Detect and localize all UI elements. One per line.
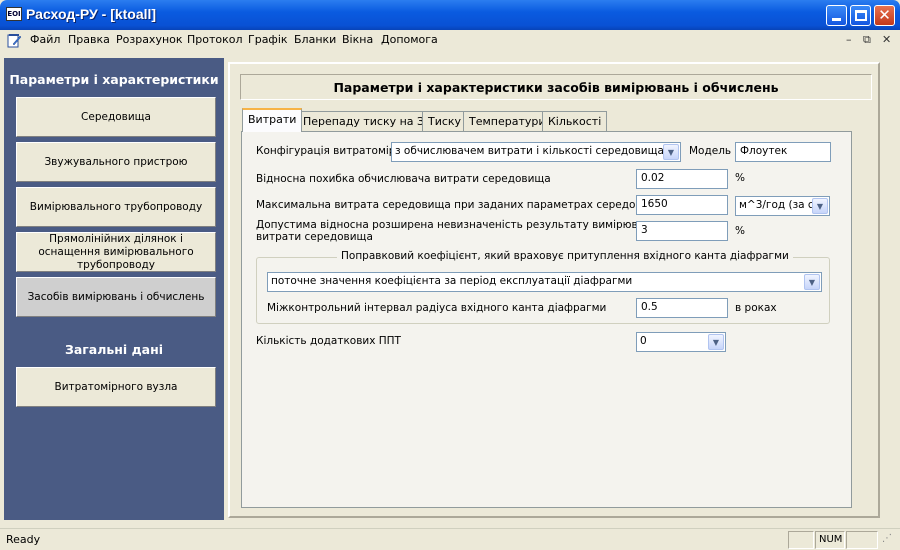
coefficient-select[interactable]: поточне значення коефіцієнта за період е… [267, 272, 822, 292]
max-flow-label: Максимальна витрата середовища при задан… [256, 199, 665, 211]
application-window: EOI Расход-РУ - [ktoall] ✕ Файл Правка Р… [0, 0, 900, 550]
maximize-button[interactable] [850, 5, 871, 26]
menu-calculation[interactable]: Розрахунок [116, 33, 183, 46]
ppt-select-value: 0 [640, 335, 647, 347]
correction-coefficient-group: Поправковий коефіцієнт, який враховує пр… [256, 250, 830, 324]
uncertainty-label-line1: Допустима відносна розширена невизначені… [256, 219, 665, 231]
status-text: Ready [6, 533, 41, 546]
document-edit-icon[interactable] [6, 32, 22, 48]
chevron-down-icon[interactable]: ▼ [708, 334, 724, 350]
chevron-down-icon[interactable]: ▼ [804, 274, 820, 290]
chevron-down-icon[interactable]: ▼ [812, 198, 828, 214]
tab-differential-pressure[interactable]: Перепаду тиску на ЗП [297, 111, 439, 131]
page-title: Параметри і характеристики засобів вимір… [240, 74, 872, 100]
panel-heading-parameters: Параметри і характеристики [9, 72, 219, 87]
mdi-close-icon[interactable]: ✕ [882, 33, 891, 46]
uncertainty-unit: % [735, 225, 745, 237]
tab-content: Конфігурація витратоміра з обчислювачем … [241, 131, 852, 508]
close-icon: ✕ [878, 6, 891, 24]
status-pane-empty [846, 531, 878, 549]
nav-button-metering-station[interactable]: Витратомірного вузла [16, 367, 216, 407]
group-title: Поправковий коефіцієнт, який враховує пр… [337, 250, 793, 262]
resize-grip-icon[interactable]: ⋰ [882, 533, 898, 549]
interval-label: Міжконтрольний інтервал радіуса вхідного… [267, 302, 607, 314]
interval-unit: в роках [735, 302, 777, 314]
tab-pressure[interactable]: Тиску [422, 111, 468, 131]
rel-error-unit: % [735, 172, 745, 184]
menu-bar: Файл Правка Розрахунок Протокол Графік Б… [0, 30, 900, 50]
tab-temperature[interactable]: Температури [463, 111, 552, 131]
menu-file[interactable]: Файл [30, 33, 60, 46]
title-bar[interactable]: EOI Расход-РУ - [ktoall] ✕ [0, 0, 900, 30]
panel-heading-general: Загальні дані [64, 342, 164, 357]
max-flow-unit-value: м^3/год (за с. [739, 199, 818, 211]
menu-edit[interactable]: Правка [68, 33, 110, 46]
nav-button-measuring-instruments[interactable]: Засобів вимірювань і обчислень [16, 277, 216, 317]
nav-button-orifice-device[interactable]: Звужувального пристрою [16, 142, 216, 182]
coefficient-select-value: поточне значення коефіцієнта за період е… [271, 275, 633, 287]
tab-quantity[interactable]: Кількості [542, 111, 608, 131]
model-label: Модель [689, 145, 732, 157]
rel-error-field[interactable]: 0.02 [636, 169, 728, 189]
maximize-icon [855, 10, 867, 21]
rel-error-label: Відносна похибка обчислювача витрати сер… [256, 173, 551, 185]
menu-help[interactable]: Допомога [381, 33, 438, 46]
config-select[interactable]: з обчислювачем витрати і кількості серед… [391, 142, 681, 162]
minimize-icon [832, 18, 841, 21]
config-select-value: з обчислювачем витрати і кількості серед… [395, 145, 664, 157]
interval-field[interactable]: 0.5 [636, 298, 728, 318]
chevron-down-icon[interactable]: ▼ [663, 144, 679, 160]
menu-forms[interactable]: Бланки [294, 33, 336, 46]
status-bar: Ready NUM ⋰ [0, 528, 900, 550]
nav-button-medium[interactable]: Середовища [16, 97, 216, 137]
app-icon[interactable]: EOI [6, 7, 22, 21]
menu-protocol[interactable]: Протокол [187, 33, 243, 46]
left-navigation-panel: Параметри і характеристики Середовища Зв… [4, 58, 224, 520]
close-button[interactable]: ✕ [874, 5, 895, 26]
tab-flow[interactable]: Витрати [242, 108, 303, 132]
max-flow-field[interactable]: 1650 [636, 195, 728, 215]
uncertainty-label-line2: витрати середовища [256, 231, 373, 243]
uncertainty-field[interactable]: 3 [636, 221, 728, 241]
menu-windows[interactable]: Вікна [342, 33, 373, 46]
mdi-minimize-icon[interactable]: – [846, 33, 852, 46]
ppt-select[interactable]: 0 ▼ [636, 332, 726, 352]
main-panel: Параметри і характеристики засобів вимір… [228, 62, 880, 518]
config-label: Конфігурація витратоміра [256, 145, 402, 157]
nav-button-straight-sections[interactable]: Прямолінійних ділянок і оснащення вимірю… [16, 232, 216, 272]
window-title: Расход-РУ - [ktoall] [26, 6, 157, 22]
menu-chart[interactable]: Графік [248, 33, 288, 46]
status-num-indicator: NUM [815, 531, 845, 549]
ppt-label: Кількість додаткових ППТ [256, 335, 401, 347]
minimize-button[interactable] [826, 5, 847, 26]
mdi-restore-icon[interactable]: ⧉ [863, 33, 871, 47]
nav-button-pipeline[interactable]: Вимірювального трубопроводу [16, 187, 216, 227]
max-flow-unit-select[interactable]: м^3/год (за с. ▼ [735, 196, 830, 216]
status-pane-empty [788, 531, 814, 549]
model-field[interactable]: Флоутек [735, 142, 831, 162]
